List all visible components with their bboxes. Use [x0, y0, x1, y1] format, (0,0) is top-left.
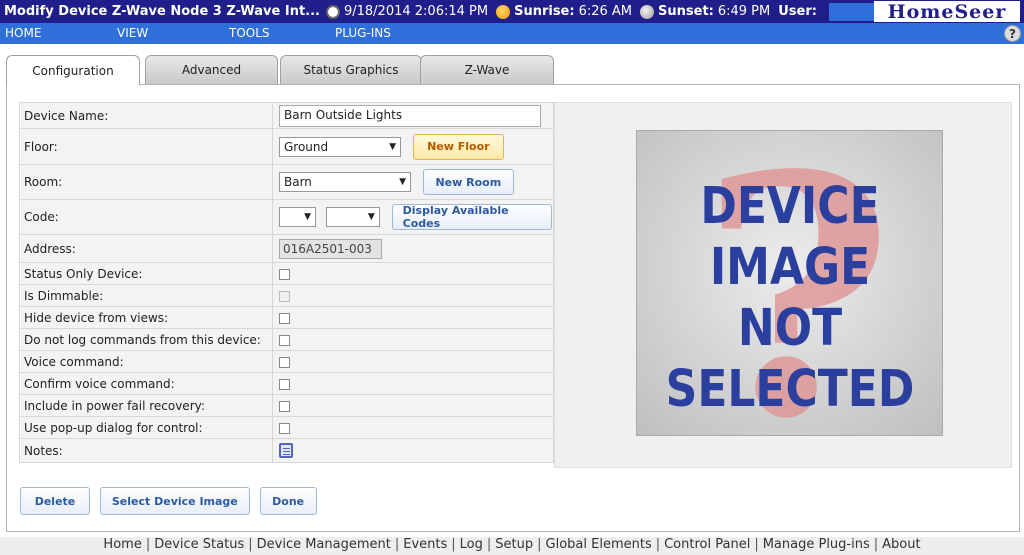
power-fail-label: Include in power fail recovery: — [19, 394, 273, 417]
menu-tools[interactable]: TOOLS — [229, 26, 270, 40]
address-field: 016A2501-003 — [279, 238, 382, 259]
notes-label: Notes: — [19, 438, 273, 463]
address-label: Address: — [19, 234, 273, 263]
device-form: Device Name: Barn Outside Lights Floor: … — [19, 102, 554, 463]
room-select-value: Barn — [284, 175, 312, 189]
help-icon[interactable]: ? — [1004, 25, 1021, 42]
title-bar: Modify Device Z-Wave Node 3 Z-Wave Int..… — [0, 0, 1024, 23]
page-title: Modify Device Z-Wave Node 3 Z-Wave Int..… — [4, 4, 320, 19]
room-label: Room: — [19, 164, 273, 200]
hide-device-label: Hide device from views: — [19, 306, 273, 329]
datetime: 9/18/2014 2:06:14 PM — [325, 4, 489, 19]
floor-label: Floor: — [19, 128, 273, 165]
datetime-value: 9/18/2014 2:06:14 PM — [343, 4, 489, 19]
new-room-button[interactable]: New Room — [422, 169, 514, 195]
sunset: Sunset: 6:49 PM — [640, 4, 770, 19]
sunset-label: Sunset: — [658, 4, 714, 19]
chevron-down-icon: ▼ — [399, 177, 406, 187]
tab-advanced[interactable]: Advanced — [145, 55, 278, 84]
code-select-1[interactable]: ▼ — [279, 207, 316, 227]
sunrise-value: 6:26 AM — [578, 4, 633, 19]
floor-select-value: Ground — [284, 139, 329, 154]
is-dimmable-checkbox[interactable] — [279, 290, 290, 302]
popup-dialog-checkbox[interactable] — [279, 422, 290, 434]
action-buttons: Delete Select Device Image Done — [20, 487, 323, 515]
no-log-label: Do not log commands from this device: — [19, 328, 273, 351]
tab-configuration[interactable]: Configuration — [6, 55, 140, 85]
device-image-line-1: DEVICE — [700, 177, 879, 236]
display-codes-button[interactable]: Display Available Codes — [391, 204, 552, 230]
notes-icon[interactable] — [279, 443, 293, 458]
tab-status-graphics[interactable]: Status Graphics — [280, 55, 422, 84]
device-image-placeholder[interactable]: ? DEVICE IMAGE NOT SELECTED — [636, 130, 943, 436]
device-name-label: Device Name: — [19, 102, 273, 129]
confirm-voice-label: Confirm voice command: — [19, 372, 273, 395]
is-dimmable-label: Is Dimmable: — [19, 284, 273, 307]
no-log-checkbox[interactable] — [279, 334, 290, 346]
voice-command-checkbox[interactable] — [279, 356, 290, 368]
footer-link-about[interactable]: About — [882, 537, 920, 552]
sunrise: Sunrise: 6:26 AM — [496, 4, 632, 19]
footer-link-control-panel[interactable]: Control Panel — [664, 537, 750, 552]
footer-nav: Home | Device Status | Device Management | Eve… — [0, 537, 1024, 555]
confirm-voice-checkbox[interactable] — [279, 378, 290, 390]
homeseer-logo: HomeSeer — [874, 1, 1020, 23]
device-image-text: DEVICE IMAGE NOT SELECTED — [666, 177, 915, 419]
done-button[interactable]: Done — [259, 487, 317, 515]
menu-view[interactable]: VIEW — [117, 26, 148, 40]
code-label: Code: — [19, 199, 273, 235]
sun-icon — [496, 4, 511, 19]
sunrise-label: Sunrise: — [514, 4, 575, 19]
moon-icon — [640, 4, 655, 19]
configuration-panel: Device Name: Barn Outside Lights Floor: … — [6, 84, 1020, 532]
new-floor-button[interactable]: New Floor — [412, 133, 504, 160]
user-label: User: — [778, 4, 817, 19]
menu-plugins[interactable]: PLUG-INS — [335, 26, 391, 40]
popup-dialog-label: Use pop-up dialog for control: — [19, 416, 273, 439]
menu-bar: HOME VIEW TOOLS PLUG-INS ? — [0, 23, 1024, 44]
chevron-down-icon: ▼ — [367, 212, 375, 222]
footer-link-global-elements[interactable]: Global Elements — [546, 537, 652, 552]
chevron-down-icon: ▼ — [304, 212, 311, 222]
footer-link-log[interactable]: Log — [460, 537, 483, 552]
code-select-2[interactable]: ▼ — [325, 207, 380, 227]
footer-link-device-status[interactable]: Device Status — [154, 537, 244, 552]
device-image-line-4: SELECTED — [666, 360, 915, 419]
tab-z-wave[interactable]: Z-Wave — [420, 55, 554, 84]
delete-button[interactable]: Delete — [20, 487, 90, 515]
device-image-area: ? DEVICE IMAGE NOT SELECTED — [554, 102, 1012, 468]
footer-link-setup[interactable]: Setup — [495, 537, 533, 552]
floor-select[interactable]: Ground ▼ — [279, 136, 401, 157]
device-image-line-2: IMAGE — [710, 238, 870, 297]
clock-icon — [325, 4, 340, 19]
footer-link-manage-plugins[interactable]: Manage Plug-ins — [763, 537, 870, 552]
footer-link-home[interactable]: Home — [103, 537, 141, 552]
device-name-input[interactable]: Barn Outside Lights — [279, 104, 541, 127]
power-fail-checkbox[interactable] — [279, 400, 290, 412]
voice-command-label: Voice command: — [19, 350, 273, 373]
hide-device-checkbox[interactable] — [279, 312, 290, 324]
room-select[interactable]: Barn ▼ — [279, 172, 411, 192]
device-image-line-3: NOT — [738, 299, 843, 358]
sunset-value: 6:49 PM — [717, 4, 771, 19]
footer-link-events[interactable]: Events — [403, 537, 447, 552]
status-only-checkbox[interactable] — [279, 268, 290, 280]
select-device-image-button[interactable]: Select Device Image — [99, 487, 250, 515]
menu-home[interactable]: HOME — [5, 26, 41, 40]
footer-link-device-management[interactable]: Device Management — [257, 537, 391, 552]
chevron-down-icon: ▼ — [389, 141, 396, 152]
status-only-label: Status Only Device: — [19, 262, 273, 285]
